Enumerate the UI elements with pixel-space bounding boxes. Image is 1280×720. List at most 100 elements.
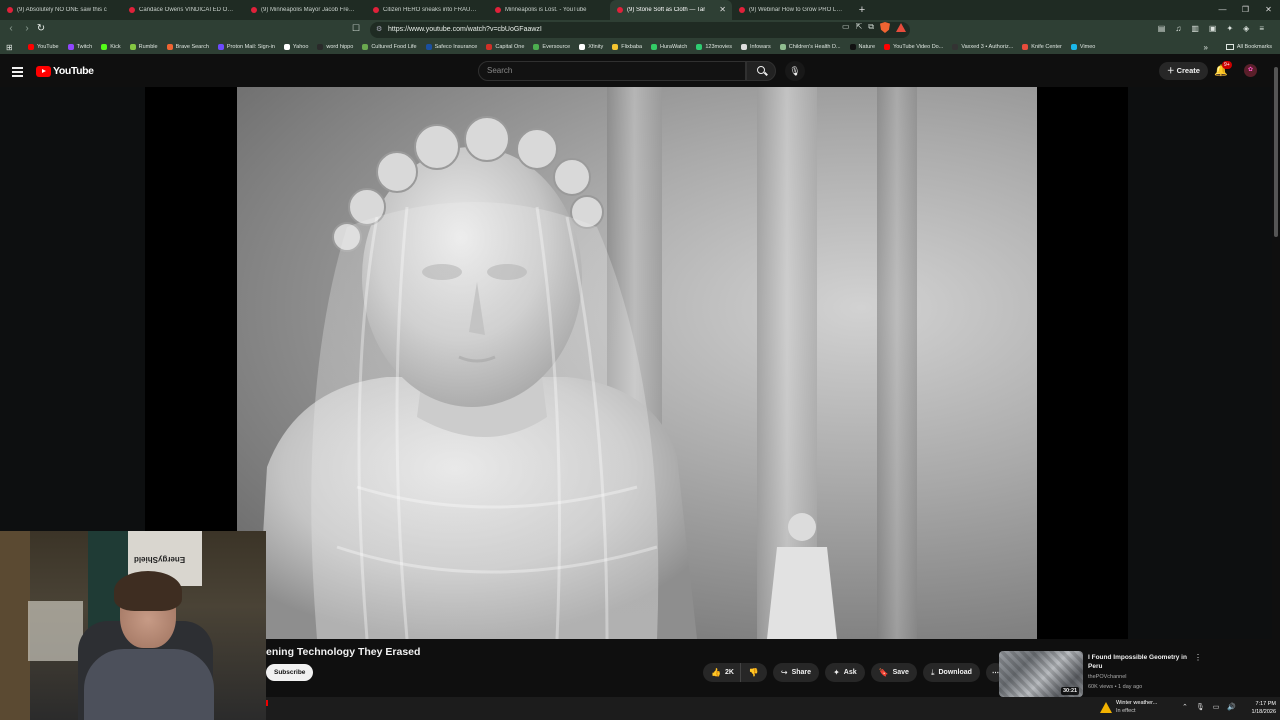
brave-rewards-icon[interactable] xyxy=(895,23,906,32)
share-button[interactable]: ↪ Share xyxy=(772,663,820,682)
bookmark-item[interactable]: Infowars xyxy=(740,44,771,50)
close-tab-icon[interactable]: ✕ xyxy=(719,5,726,14)
hamburger-menu-icon[interactable] xyxy=(12,67,23,79)
notifications-button[interactable]: 🔔 9+ xyxy=(1214,61,1232,77)
bookmark-item[interactable]: Rumble xyxy=(129,44,158,50)
search-icon xyxy=(757,66,765,74)
bookmark-item[interactable]: Proton Mail: Sign-in xyxy=(217,44,275,50)
browser-tab[interactable]: Citizen HERO sneaks into FRAUD CE xyxy=(366,0,488,20)
bookmark-item[interactable]: Capital One xyxy=(486,44,524,50)
browser-tab-active[interactable]: (9) Stone Soft as Cloth — Tar ✕ xyxy=(610,0,732,20)
ask-button[interactable]: ✦ Ask xyxy=(825,663,865,682)
bookmark-item[interactable]: Yahoo xyxy=(283,44,308,50)
bookmark-favicon-icon xyxy=(425,44,432,50)
bookmark-label: YouTube Video Do... xyxy=(893,44,944,50)
bookmark-label: Nature xyxy=(858,44,876,50)
video-frame[interactable] xyxy=(237,87,1037,639)
browser-tab[interactable]: Minneapolis is Lost. - YouTube xyxy=(488,0,610,20)
volume-icon[interactable]: 🔊 xyxy=(1227,703,1236,711)
weather-widget[interactable]: Winter weather... In effect xyxy=(1100,699,1157,715)
youtube-logo[interactable]: YouTube xyxy=(36,65,94,77)
bookmark-item[interactable]: Vimeo xyxy=(1070,44,1095,50)
leo-icon[interactable]: ✦ xyxy=(1226,24,1233,33)
bookmark-favicon-icon xyxy=(486,44,493,50)
chevron-up-icon[interactable]: ⌃ xyxy=(1182,703,1188,711)
bookmark-item[interactable]: Flixbaba xyxy=(612,44,642,50)
bookmark-page-icon[interactable]: ☐ xyxy=(352,23,360,34)
bookmark-label: Xfinity xyxy=(588,44,604,50)
bookmark-item[interactable]: YouTube Video Do... xyxy=(884,44,943,50)
minimize-icon[interactable]: — xyxy=(1211,0,1234,20)
maximize-icon[interactable]: ❐ xyxy=(1234,0,1257,20)
reload-icon[interactable]: ↻ xyxy=(34,23,48,34)
bookmark-item[interactable]: Knife Center xyxy=(1022,44,1062,50)
recommended-channel[interactable]: thePOVchannel xyxy=(1088,674,1127,680)
forward-icon[interactable]: › xyxy=(20,23,34,34)
bookmark-item[interactable]: Nature xyxy=(849,44,876,50)
address-bar[interactable]: ⚙ https://www.youtube.com/watch?v=cbUoGF… xyxy=(370,22,910,38)
save-button[interactable]: 🔖 Save xyxy=(870,663,917,682)
bookmark-item[interactable]: Twitch xyxy=(67,44,92,50)
bookmark-item[interactable]: word hippo xyxy=(317,44,353,50)
wallet-icon[interactable]: ▣ xyxy=(1209,24,1217,33)
bookmark-item[interactable]: Vaxxed 3 • Authoriz... xyxy=(952,44,1013,50)
recommended-title[interactable]: I Found Impossible Geometry in Peru xyxy=(1088,653,1188,671)
close-window-icon[interactable]: ✕ xyxy=(1257,0,1280,20)
bookmark-item[interactable]: Brave Search xyxy=(166,44,209,50)
share-page-icon[interactable]: ⇱ xyxy=(856,22,863,33)
search-button[interactable] xyxy=(746,61,776,81)
bookmark-item[interactable]: Children's Health D... xyxy=(779,44,841,50)
vpn-icon[interactable]: ◈ xyxy=(1243,24,1249,33)
browser-tab[interactable]: Candace Owens VINDICATED Over F xyxy=(122,0,244,20)
voice-search-button[interactable]: 🎙 xyxy=(785,61,805,81)
bookmark-item[interactable]: Cultured Food Life xyxy=(362,44,417,50)
browser-tab[interactable]: (9) Absolutely NO ONE saw this c xyxy=(0,0,122,20)
bookmark-item[interactable]: 123movies xyxy=(696,44,732,50)
microphone-tray-icon[interactable]: 🎙 xyxy=(1196,703,1205,711)
display-icon[interactable]: ▭ xyxy=(1213,703,1220,711)
all-bookmarks-button[interactable]: All Bookmarks xyxy=(1225,44,1272,50)
bookmark-item[interactable]: Xfinity xyxy=(579,44,603,50)
more-vertical-icon[interactable]: ⋮ xyxy=(1194,653,1202,662)
back-icon[interactable]: ‹ xyxy=(4,23,18,34)
video-duration: 30:21 xyxy=(1061,687,1080,695)
download-button[interactable]: ⤓ Download xyxy=(922,663,980,682)
bookmark-item[interactable]: Safeco Insurance xyxy=(425,44,477,50)
scrollbar-thumb[interactable] xyxy=(1274,67,1278,237)
avatar[interactable]: ✿ xyxy=(1244,64,1257,77)
new-tab-button[interactable]: + xyxy=(854,4,870,16)
bookmark-favicon-icon xyxy=(129,44,136,50)
browser-tab[interactable]: (9) Minneapolis Mayor Jacob Frey ca xyxy=(244,0,366,20)
bookmark-favicon-icon xyxy=(1022,44,1029,50)
reading-list-icon[interactable]: ▥ xyxy=(1191,24,1199,33)
recommended-video[interactable]: 30:21 I Found Impossible Geometry in Per… xyxy=(999,651,1269,697)
menu-icon[interactable]: ≡ xyxy=(1259,24,1264,33)
bookmark-item[interactable]: Eversource xyxy=(533,44,570,50)
apps-grid-icon[interactable]: ⊞ xyxy=(6,43,16,52)
download-icon: ⤓ xyxy=(930,667,935,677)
webcam-banner-text: EnergyShield xyxy=(134,555,186,564)
browser-extension-icons: ▤ ♫ ▥ ▣ ✦ ◈ ≡ xyxy=(1158,24,1264,33)
bookmark-item[interactable]: YouTube xyxy=(28,44,59,50)
youtube-favicon-icon xyxy=(7,7,13,13)
system-clock[interactable]: 7:17 PM 1/18/2026 xyxy=(1238,700,1276,716)
music-icon[interactable]: ♫ xyxy=(1175,24,1181,33)
link-icon[interactable]: ⧉ xyxy=(868,22,874,33)
search-input[interactable]: Search xyxy=(478,61,746,81)
brave-shield-icon[interactable] xyxy=(879,22,890,33)
bookmark-item[interactable]: HuraWatch xyxy=(651,44,687,50)
cast-icon[interactable]: ▭ xyxy=(842,22,850,33)
browser-tab[interactable]: (9) Webinar How to Grow PRO Level xyxy=(732,0,854,20)
like-button[interactable]: 👍 2K xyxy=(703,663,740,682)
site-info-icon[interactable]: ⚙ xyxy=(376,22,382,38)
create-button[interactable]: ＋ Create xyxy=(1159,62,1208,80)
youtube-wordmark: YouTube xyxy=(53,65,94,77)
system-tray: ⌃ 🎙 ▭ 🔊 xyxy=(1182,703,1236,711)
page-scrollbar[interactable] xyxy=(1272,61,1280,698)
dislike-button[interactable]: 👎 xyxy=(739,663,767,682)
bookmark-item[interactable]: Kick xyxy=(101,44,121,50)
webcam-person-hair xyxy=(114,571,182,611)
more-bookmarks-icon[interactable]: » xyxy=(1204,43,1208,52)
sidebar-icon[interactable]: ▤ xyxy=(1158,24,1166,33)
subscribe-button[interactable]: Subscribe xyxy=(266,664,314,681)
